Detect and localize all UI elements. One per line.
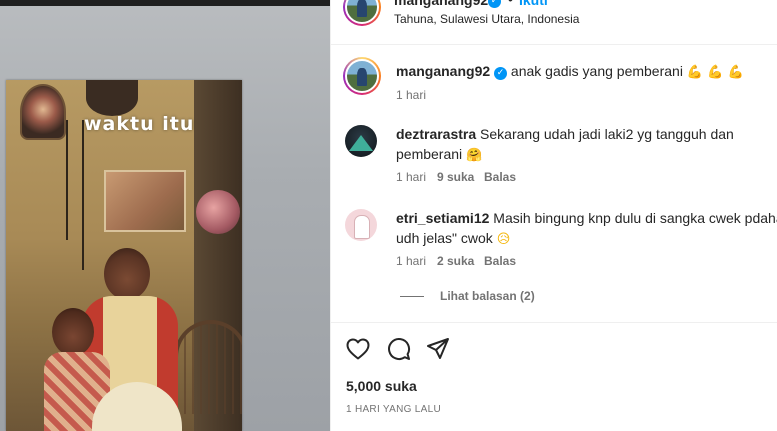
reply-button[interactable]: Balas xyxy=(484,170,516,184)
author-username[interactable]: manganang92 xyxy=(394,0,488,8)
comment-text: Masih bingung knp dulu di sangka cwek pd… xyxy=(493,210,777,226)
comment-likes[interactable]: 9 suka xyxy=(437,170,474,184)
header-separator: • xyxy=(508,0,513,7)
photo-lamp xyxy=(196,190,240,234)
comment-button[interactable] xyxy=(387,337,411,366)
comment-username[interactable]: deztrarastra xyxy=(396,126,476,142)
photo-wall-fan xyxy=(86,80,138,116)
likes-count[interactable]: 5,000 suka xyxy=(346,378,417,394)
follow-button[interactable]: Ikuti xyxy=(519,0,548,8)
caption-username[interactable]: manganang92 xyxy=(396,63,490,79)
photo-chair xyxy=(174,320,242,414)
like-button[interactable] xyxy=(346,338,370,365)
actions-divider xyxy=(330,322,777,323)
caption-avatar[interactable] xyxy=(343,57,381,95)
verified-icon: ✓ xyxy=(494,67,508,80)
view-replies-button[interactable]: Lihat balasan (2) xyxy=(440,289,535,303)
header-divider xyxy=(330,44,777,45)
author-avatar-image xyxy=(345,0,379,24)
person-icon xyxy=(354,215,370,239)
comment-time[interactable]: 1 hari xyxy=(396,254,426,268)
reply-button[interactable]: Balas xyxy=(484,254,516,268)
heart-icon xyxy=(346,338,370,360)
caption-text: anak gadis yang pemberani xyxy=(510,63,683,79)
view-replies-line xyxy=(400,296,424,297)
comment-line-1: deztrarastra Sekarang udah jadi laki2 yg… xyxy=(396,126,734,142)
photo-child-head xyxy=(52,308,94,356)
share-button[interactable] xyxy=(426,337,450,366)
caption-avatar-image xyxy=(345,59,379,93)
commenter-avatar[interactable] xyxy=(345,125,377,157)
hugging-face-icon: 🤗 xyxy=(466,148,483,163)
comment-text-cont: pemberani xyxy=(396,146,463,162)
caption: manganang92 ✓ anak gadis yang pemberani … xyxy=(396,63,744,80)
comment-line-1: etri_setiami12 Masih bingung knp dulu di… xyxy=(396,210,777,226)
commenter-avatar[interactable] xyxy=(345,209,377,241)
photo-girl-head xyxy=(104,248,150,300)
photo-cord xyxy=(66,120,68,240)
comment-text: Sekarang udah jadi laki2 yg tangguh dan xyxy=(480,126,734,142)
comment-time[interactable]: 1 hari xyxy=(396,170,426,184)
caption-time[interactable]: 1 hari xyxy=(396,88,426,102)
comment-text-cont: udh jelas" cwok xyxy=(396,230,493,246)
comment-icon xyxy=(388,338,411,360)
post-media[interactable]: waktu itu xyxy=(0,0,330,431)
mountain-icon xyxy=(349,135,373,151)
send-icon xyxy=(427,338,449,359)
comment-likes[interactable]: 2 suka xyxy=(437,254,474,268)
sad-face-icon: 😥 xyxy=(496,232,511,247)
comment-line-2: udh jelas" cwok 😥 xyxy=(396,230,510,247)
post-timestamp[interactable]: 1 HARI YANG LALU xyxy=(346,404,441,415)
post-location[interactable]: Tahuna, Sulawesi Utara, Indonesia xyxy=(394,12,579,26)
photo-poster xyxy=(104,170,186,232)
media-top-edge xyxy=(0,0,330,6)
photo-overlay-text: waktu itu xyxy=(84,113,195,135)
photo-wall-picture xyxy=(20,84,66,140)
comment-username[interactable]: etri_setiami12 xyxy=(396,210,489,226)
flexed-biceps-icon: 💪 💪 💪 xyxy=(686,65,744,80)
comment-line-2: pemberani 🤗 xyxy=(396,146,482,163)
